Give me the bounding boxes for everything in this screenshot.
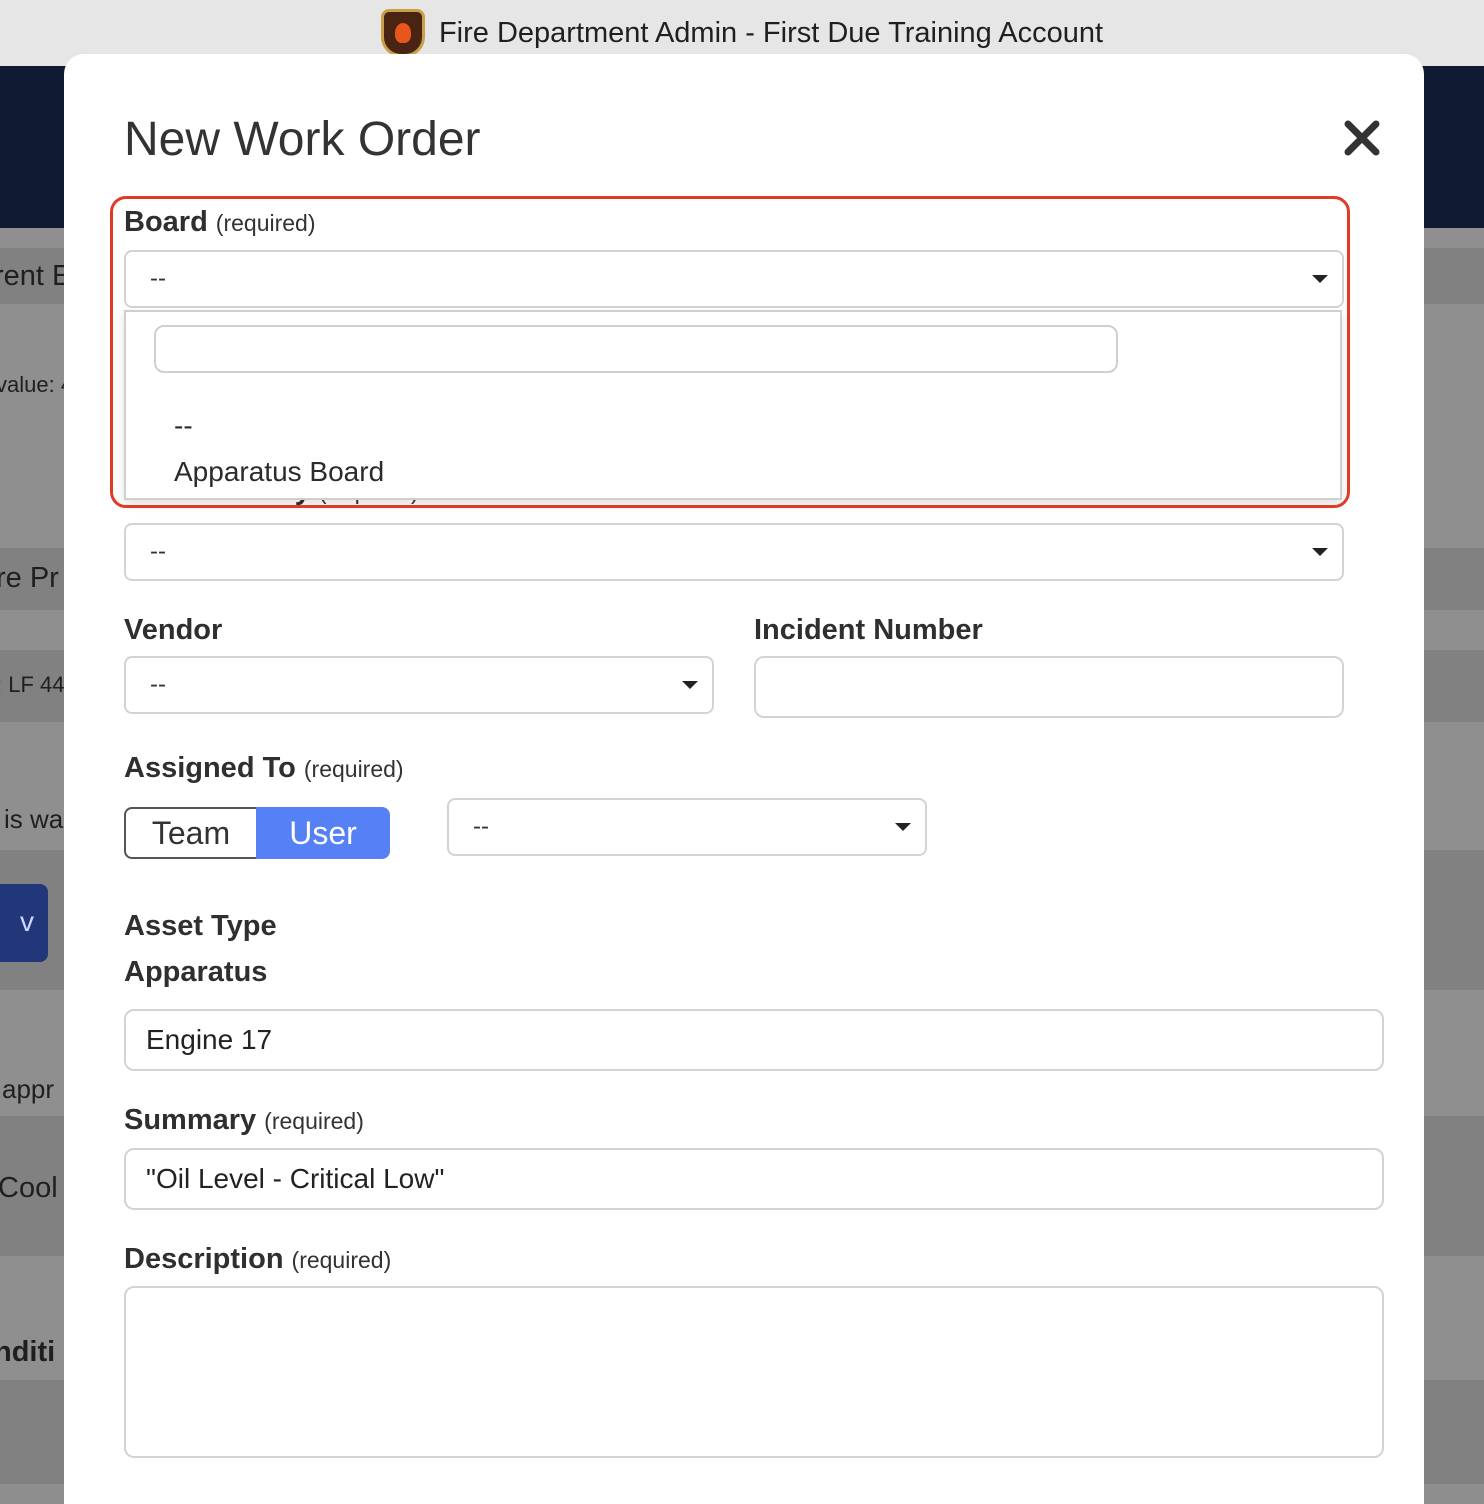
description-textarea[interactable] bbox=[124, 1286, 1384, 1458]
chevron-down-icon bbox=[682, 681, 698, 689]
background-text: re Pr bbox=[0, 562, 59, 594]
window-title: Fire Department Admin - First Due Traini… bbox=[438, 16, 1104, 49]
close-icon bbox=[1344, 120, 1380, 156]
assigned-to-toggle: Team User bbox=[124, 807, 390, 859]
assigned-to-label: Assigned To (required) bbox=[124, 752, 404, 784]
background-text: is wa bbox=[4, 804, 64, 834]
board-highlight-box bbox=[110, 196, 1350, 508]
user-toggle-button[interactable]: User bbox=[256, 807, 390, 859]
asset-type-label: Asset Type bbox=[124, 910, 277, 942]
chevron-down-icon bbox=[895, 823, 911, 831]
vendor-select[interactable]: -- bbox=[124, 656, 714, 714]
background-text: value: 4 bbox=[0, 372, 74, 397]
new-work-order-modal: New Work Order Board(required) -- Submit… bbox=[64, 54, 1424, 1504]
asset-type-value: Apparatus bbox=[124, 956, 268, 988]
description-label: Description (required) bbox=[124, 1243, 392, 1275]
background-text: : LF 44 bbox=[0, 672, 65, 697]
vendor-label: Vendor bbox=[124, 614, 223, 646]
summary-input[interactable]: "Oil Level - Critical Low" bbox=[124, 1148, 1384, 1210]
background-text: rent E bbox=[0, 260, 72, 292]
assigned-user-select[interactable]: -- bbox=[447, 798, 927, 856]
summary-label: Summary (required) bbox=[124, 1104, 364, 1136]
background-text: appr bbox=[2, 1074, 55, 1104]
chevron-down-icon bbox=[1312, 548, 1328, 556]
incident-number-input[interactable] bbox=[754, 656, 1344, 718]
fire-department-badge-icon bbox=[380, 9, 425, 57]
submitted-by-select[interactable]: -- bbox=[124, 523, 1344, 581]
close-button[interactable] bbox=[1336, 112, 1388, 164]
background-button: v bbox=[0, 884, 48, 962]
team-toggle-button[interactable]: Team bbox=[124, 807, 256, 859]
asset-input[interactable]: Engine 17 bbox=[124, 1009, 1384, 1071]
background-text: Cool bbox=[0, 1172, 58, 1204]
background-text: nditi bbox=[0, 1336, 56, 1368]
incident-number-label: Incident Number bbox=[754, 614, 983, 646]
modal-title: New Work Order bbox=[124, 113, 481, 166]
